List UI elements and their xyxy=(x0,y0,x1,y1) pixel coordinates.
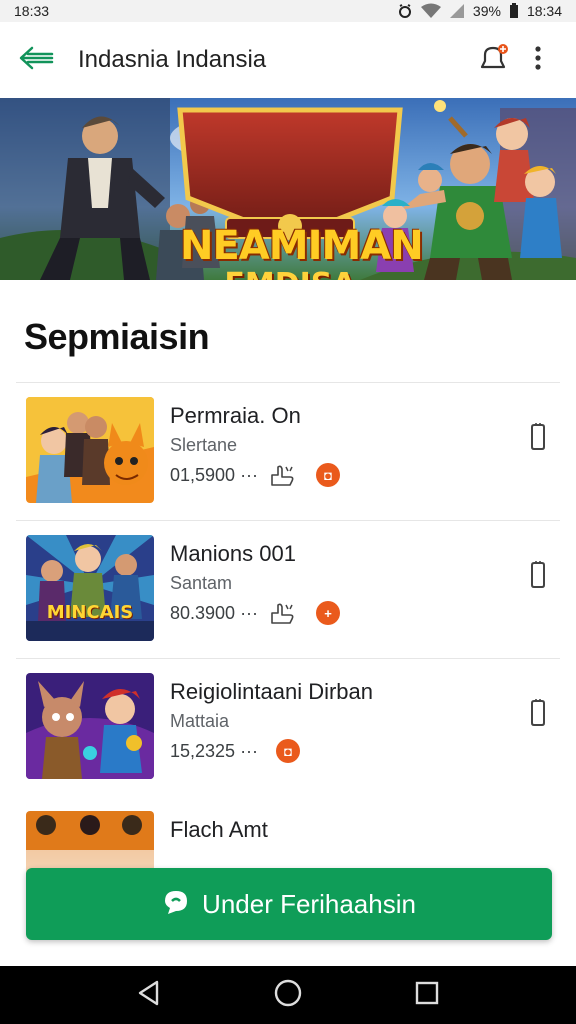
system-nav-bar xyxy=(0,966,576,1024)
game-thumbnail xyxy=(26,397,154,503)
overflow-menu-button[interactable] xyxy=(516,38,560,82)
nav-back-button[interactable] xyxy=(125,971,173,1019)
item-count: 15,2325 ··· xyxy=(170,740,259,761)
section-title: Sepmiaisin xyxy=(24,316,210,357)
item-meta: 15,2325 ··· ◘ xyxy=(170,739,301,763)
item-subtitle: Slertane xyxy=(170,435,238,455)
chat-bubble-icon xyxy=(162,888,190,921)
item-subtitle: Santam xyxy=(170,573,233,593)
list-item[interactable]: Permraia. On Slertane 01,5900 ··· ◘ xyxy=(16,382,560,520)
primary-action-button[interactable]: Under Ferihaahsin xyxy=(26,868,552,940)
primary-action-label: Under Ferihaahsin xyxy=(202,888,416,919)
thumb-label: MINCAIS xyxy=(46,602,134,623)
battery-icon xyxy=(509,3,519,19)
item-title: Manions 001 xyxy=(170,541,296,566)
hand-icon xyxy=(268,463,298,487)
item-meta: 80.3900 ··· + xyxy=(170,601,341,625)
item-action-button[interactable] xyxy=(522,422,554,456)
badge-icon: ◘ xyxy=(276,739,301,763)
list-item[interactable]: MINCAIS Manions 001 Santam 80.3900 ··· + xyxy=(16,520,560,658)
item-title: Reigiolintaani Dirban xyxy=(170,679,374,704)
item-title: Permraia. On xyxy=(170,403,301,428)
battery-percent: 39% xyxy=(472,3,501,19)
circle-home-icon xyxy=(274,979,302,1012)
banner-title: NEAMIMAN xyxy=(180,223,424,269)
bookmark-icon xyxy=(529,698,547,732)
item-action-button[interactable] xyxy=(522,698,554,732)
app-title: Indasnia Indansia xyxy=(78,46,267,73)
item-subtitle: Mattaia xyxy=(170,711,230,731)
banner-subtitle: FMDISA xyxy=(222,270,358,281)
back-button[interactable] xyxy=(12,36,60,84)
more-vert-icon xyxy=(534,45,542,76)
promo-banner[interactable]: NEAMIMAN FMDISA xyxy=(0,98,576,280)
square-recents-icon xyxy=(415,981,439,1010)
triangle-back-icon xyxy=(137,980,161,1011)
item-meta: 01,5900 ··· ◘ xyxy=(170,463,341,487)
alarm-icon xyxy=(397,3,413,19)
notification-bell-icon xyxy=(477,41,511,80)
nav-recents-button[interactable] xyxy=(403,971,451,1019)
badge-icon: ◘ xyxy=(316,463,341,487)
bookmark-icon xyxy=(529,422,547,456)
arrow-back-icon xyxy=(18,46,54,75)
list-item[interactable]: Reigiolintaani Dirban Mattaia 15,2325 ··… xyxy=(16,658,560,796)
signal-icon xyxy=(449,3,465,19)
hand-icon xyxy=(268,601,298,625)
badge-icon: + xyxy=(316,601,341,625)
status-bar: 18:33 39% 18:34 xyxy=(0,0,576,22)
wifi-icon xyxy=(420,3,441,19)
bookmark-icon xyxy=(529,560,547,594)
game-thumbnail xyxy=(26,673,154,779)
status-time: 18:33 xyxy=(14,3,50,19)
notifications-button[interactable] xyxy=(472,38,516,82)
item-count: 01,5900 ··· xyxy=(170,464,259,485)
nav-home-button[interactable] xyxy=(264,971,312,1019)
status-clock-right: 18:34 xyxy=(526,3,562,19)
game-thumbnail: MINCAIS xyxy=(26,535,154,641)
status-icons: 39% 18:34 xyxy=(397,3,562,19)
item-action-button[interactable] xyxy=(522,560,554,594)
item-count: 80.3900 ··· xyxy=(170,602,259,623)
item-title: Flach Amt xyxy=(170,817,268,842)
app-bar: Indasnia Indansia xyxy=(0,22,576,98)
